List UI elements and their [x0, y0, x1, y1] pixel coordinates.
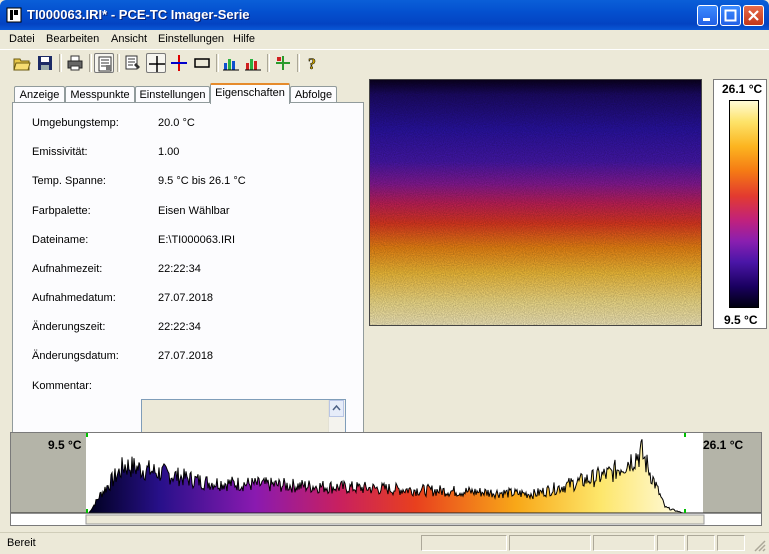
close-button[interactable]	[743, 5, 764, 26]
open-button[interactable]	[12, 53, 32, 73]
value-umgebungstemp: 20.0 °C	[158, 117, 195, 129]
print-icon	[67, 55, 83, 71]
app-icon	[6, 7, 22, 23]
close-icon	[748, 10, 759, 21]
tab-eigenschaften[interactable]: Eigenschaften	[210, 83, 290, 104]
value-dateiname: E:\TI000063.IRI	[158, 234, 236, 246]
svg-text:?: ?	[308, 56, 316, 72]
scale-max-label: 26.1 °C	[722, 82, 763, 96]
label-aufnahmedatum: Aufnahmedatum:	[32, 292, 116, 304]
menu-einstellungen[interactable]: Einstellungen	[158, 33, 224, 45]
menu-ansicht[interactable]: Ansicht	[111, 33, 147, 45]
label-umgebungstemp: Umgebungstemp:	[32, 117, 119, 129]
properties-icon	[98, 56, 112, 72]
value-aenderungszeit: 22:22:34	[158, 321, 201, 333]
status-panel	[717, 535, 745, 551]
tab-anzeige[interactable]: Anzeige	[14, 86, 65, 103]
value-emissivitaet: 1.00	[158, 146, 180, 158]
label-aufnahmezeit: Aufnahmezeit:	[32, 263, 103, 275]
crosshair-plus-button[interactable]	[273, 53, 293, 73]
histogram-blue-button[interactable]	[221, 53, 241, 73]
status-panel	[421, 535, 507, 551]
label-farbpalette: Farbpalette:	[32, 205, 91, 217]
menu-bar: Datei Bearbeiten Ansicht Einstellungen H…	[0, 30, 769, 48]
tab-einstellungen[interactable]: Einstellungen	[135, 86, 210, 103]
properties-panel: Anzeige Messpunkte Einstellungen Eigensc…	[6, 80, 364, 452]
maximize-button[interactable]	[720, 5, 741, 26]
help-icon: ?	[308, 56, 317, 72]
value-aenderungsdatum: 27.07.2018	[158, 350, 214, 362]
histogram-chart[interactable]	[11, 433, 761, 525]
save-disk-icon	[38, 56, 52, 70]
thermal-image[interactable]	[369, 79, 702, 326]
color-crosshair-icon	[171, 55, 187, 71]
maximize-icon	[724, 9, 737, 22]
crosshair-button[interactable]	[146, 53, 166, 73]
scale-min-label: 9.5 °C	[724, 313, 758, 327]
status-panel	[657, 535, 685, 551]
histogram-panel: 9.5 °C 26.1 °C	[10, 432, 762, 526]
color-scale-bar	[729, 100, 759, 308]
label-emissivitaet: Emissivität:	[32, 146, 88, 158]
label-kommentar: Kommentar:	[32, 380, 92, 392]
minimize-icon	[703, 18, 710, 21]
edit-list-icon	[125, 55, 140, 70]
histogram-red-button[interactable]	[243, 53, 263, 73]
value-farbpalette: Eisen Wählbar	[158, 205, 230, 217]
title-bar[interactable]: TI000063.IRI* - PCE-TC Imager-Serie	[0, 0, 769, 30]
tab-content: Umgebungstemp: 20.0 °C Emissivität: 1.00…	[12, 102, 364, 452]
value-aufnahmezeit: 22:22:34	[158, 263, 201, 275]
menu-datei[interactable]: Datei	[9, 33, 35, 45]
crosshair-plus-icon	[276, 56, 290, 70]
status-panel	[509, 535, 591, 551]
chevron-up-icon	[332, 404, 341, 411]
status-text: Bereit	[7, 537, 36, 549]
status-panel	[593, 535, 655, 551]
chart-red-icon	[245, 59, 261, 71]
menu-bearbeiten[interactable]: Bearbeiten	[46, 33, 99, 45]
label-temp-spanne: Temp. Spanne:	[32, 175, 106, 187]
color-scale: 26.1 °C 9.5 °C	[713, 79, 767, 329]
open-folder-icon	[13, 58, 31, 71]
tab-abfolge[interactable]: Abfolge	[290, 86, 337, 103]
label-aenderungszeit: Änderungszeit:	[32, 321, 106, 333]
status-bar: Bereit	[0, 532, 769, 554]
print-button[interactable]	[65, 53, 85, 73]
label-dateiname: Dateiname:	[32, 234, 89, 246]
scroll-up-button[interactable]	[329, 400, 344, 417]
value-temp-spanne: 9.5 °C bis 26.1 °C	[158, 175, 246, 187]
color-crosshair-button[interactable]	[169, 53, 189, 73]
help-button[interactable]: ?	[302, 53, 322, 73]
crosshair-icon	[149, 56, 165, 72]
save-button[interactable]	[35, 53, 55, 73]
value-aufnahmedatum: 27.07.2018	[158, 292, 214, 304]
menu-hilfe[interactable]: Hilfe	[233, 33, 255, 45]
toolbar: ?	[0, 49, 769, 76]
window-title: TI000063.IRI* - PCE-TC Imager-Serie	[27, 7, 250, 22]
chart-blue-icon	[223, 59, 239, 71]
edit-list-button[interactable]	[123, 53, 143, 73]
resize-grip-icon[interactable]	[752, 538, 766, 552]
rectangle-icon	[194, 58, 210, 68]
minimize-button[interactable]	[697, 5, 718, 26]
rectangle-button[interactable]	[192, 53, 212, 73]
properties-button[interactable]	[94, 53, 114, 73]
tab-messpunkte[interactable]: Messpunkte	[65, 86, 135, 103]
status-panel	[687, 535, 715, 551]
label-aenderungsdatum: Änderungsdatum:	[32, 350, 119, 362]
